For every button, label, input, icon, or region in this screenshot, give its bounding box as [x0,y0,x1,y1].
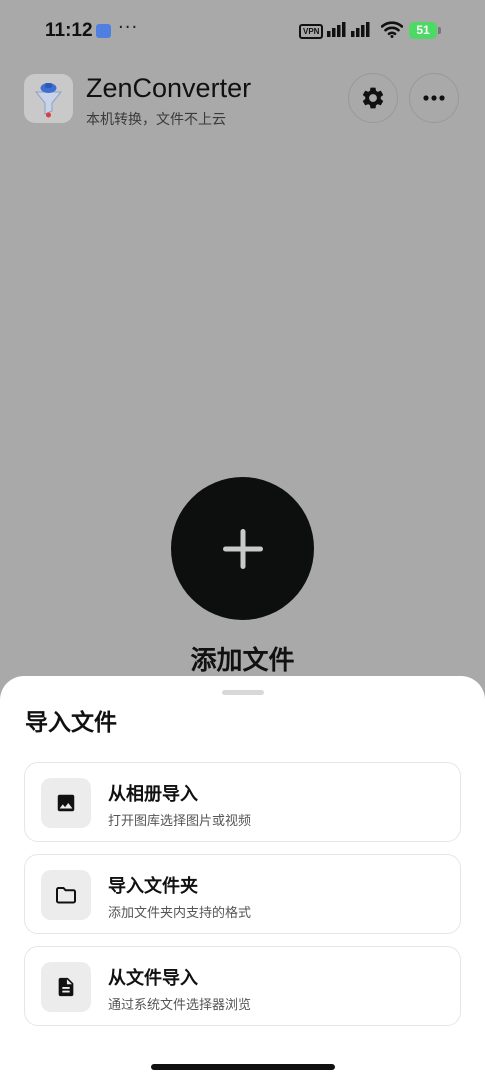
option-description: 打开图库选择图片或视频 [108,814,252,829]
document-icon [58,977,74,997]
notification-app-icon [96,24,111,38]
option-label: 从相册导入 [108,784,198,805]
wifi-icon [381,21,403,38]
gear-icon [362,87,384,109]
option-icon-box [41,962,91,1012]
add-file-label: 添加文件 [190,646,295,676]
import-from-gallery-option[interactable]: 从相册导入 打开图库选择图片或视频 [24,762,461,842]
battery-icon: 51 [409,22,437,39]
import-folder-option[interactable]: 导入文件夹 添加文件夹内支持的格式 [24,854,461,934]
option-description: 添加文件夹内支持的格式 [108,906,252,921]
notification-more-dots: ··· [118,17,139,38]
signal-icon [327,22,370,37]
add-file-button[interactable] [171,477,314,620]
app-subtitle: 本机转换，文件不上云 [86,112,226,128]
more-horizontal-icon [423,95,445,101]
more-button[interactable] [409,73,459,123]
sheet-drag-handle[interactable] [222,690,264,695]
import-from-files-option[interactable]: 从文件导入 通过系统文件选择器浏览 [24,946,461,1026]
status-time: 11:12 [45,20,93,41]
funnel-logo-icon [34,83,63,118]
option-label: 导入文件夹 [108,876,198,897]
app-title: ZenConverter [86,73,252,103]
option-description: 通过系统文件选择器浏览 [108,998,252,1013]
option-label: 从文件导入 [108,968,198,989]
status-bar: 11:12 ··· VPN 51 [0,0,485,62]
option-icon-box [41,870,91,920]
settings-button[interactable] [348,73,398,123]
vpn-badge: VPN [299,24,324,39]
sheet-title: 导入文件 [25,710,117,736]
app-logo [24,74,73,123]
option-icon-box [41,778,91,828]
image-icon [57,794,75,812]
battery-tip [438,27,441,34]
home-indicator[interactable] [151,1064,335,1070]
plus-icon [222,528,263,569]
folder-icon [56,887,76,904]
import-bottom-sheet: 导入文件 从相册导入 打开图库选择图片或视频 导入文件夹 添加文件夹内支持的格式… [0,676,485,1080]
